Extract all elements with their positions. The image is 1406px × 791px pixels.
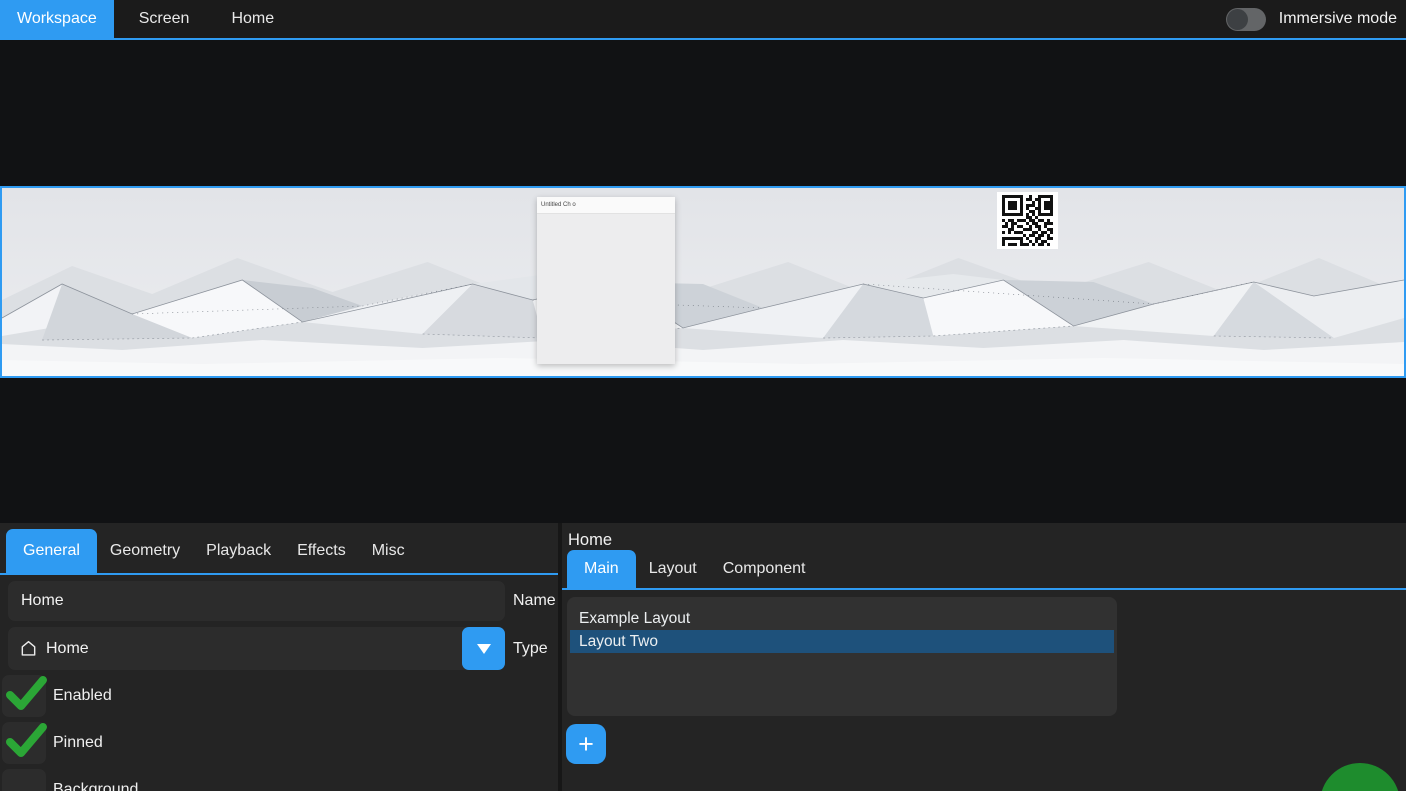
- home-icon: [19, 639, 38, 658]
- type-field-label: Type: [513, 640, 548, 658]
- checkmark-icon: [5, 673, 49, 713]
- name-field-label: Name: [513, 592, 556, 610]
- toggle-knob: [1227, 9, 1248, 30]
- immersive-mode-control: Immersive mode: [1226, 0, 1406, 38]
- checkmark-icon: [5, 720, 49, 760]
- tab-playback[interactable]: Playback: [193, 529, 284, 573]
- tab-component[interactable]: Component: [710, 550, 819, 588]
- bottom-panels: General Geometry Playback Effects Misc H…: [0, 523, 1406, 791]
- name-input[interactable]: Home: [8, 581, 505, 621]
- pinned-checkbox-row: Pinned: [2, 722, 558, 764]
- tab-misc[interactable]: Misc: [359, 529, 418, 573]
- tab-general[interactable]: General: [6, 529, 97, 573]
- enabled-label: Enabled: [53, 687, 112, 705]
- top-tab-bar: Workspace Screen Home Immersive mode: [0, 0, 1406, 40]
- layout-list-item[interactable]: Example Layout: [570, 607, 1114, 630]
- chevron-down-icon: [476, 643, 492, 655]
- tab-main[interactable]: Main: [567, 550, 636, 588]
- add-layout-button[interactable]: +: [566, 724, 606, 764]
- type-select[interactable]: Home: [8, 627, 505, 670]
- captured-window-thumbnail[interactable]: Untitled Ch o: [537, 197, 675, 364]
- pinned-checkbox[interactable]: [2, 722, 46, 764]
- workspace-canvas[interactable]: Untitled Ch o: [0, 40, 1406, 523]
- screen-tab-bar: Main Layout Component: [562, 552, 1406, 590]
- tab-home[interactable]: Home: [214, 0, 291, 38]
- screen-panel: Home Main Layout Component Example Layou…: [562, 523, 1406, 791]
- layout-list: Example Layout Layout Two: [567, 597, 1117, 716]
- layout-list-item-selected[interactable]: Layout Two: [570, 630, 1114, 653]
- type-select-value: Home: [46, 640, 89, 658]
- tab-effects[interactable]: Effects: [284, 529, 359, 573]
- properties-tab-bar: General Geometry Playback Effects Misc: [0, 523, 558, 575]
- properties-panel: General Geometry Playback Effects Misc H…: [0, 523, 558, 791]
- tab-layout[interactable]: Layout: [636, 550, 710, 588]
- lowpoly-background-image: [2, 188, 1404, 376]
- enabled-checkbox[interactable]: [2, 675, 46, 717]
- captured-window-title: Untitled Ch o: [537, 197, 675, 214]
- background-checkbox-row: Background: [2, 769, 558, 791]
- tab-geometry[interactable]: Geometry: [97, 529, 193, 573]
- panorama-screen-selected[interactable]: [0, 186, 1406, 378]
- enabled-checkbox-row: Enabled: [2, 675, 558, 717]
- immersive-mode-toggle[interactable]: [1226, 8, 1266, 31]
- pinned-label: Pinned: [53, 734, 103, 752]
- background-checkbox[interactable]: [2, 769, 46, 791]
- qr-code[interactable]: [997, 192, 1058, 249]
- tab-screen[interactable]: Screen: [122, 0, 207, 38]
- tab-workspace[interactable]: Workspace: [0, 0, 114, 38]
- screen-panel-title: Home: [562, 523, 1406, 552]
- immersive-mode-label: Immersive mode: [1279, 10, 1397, 28]
- background-label: Background: [53, 781, 138, 791]
- app-window: Workspace Screen Home Immersive mode: [0, 0, 1406, 791]
- type-dropdown-button[interactable]: [462, 627, 505, 670]
